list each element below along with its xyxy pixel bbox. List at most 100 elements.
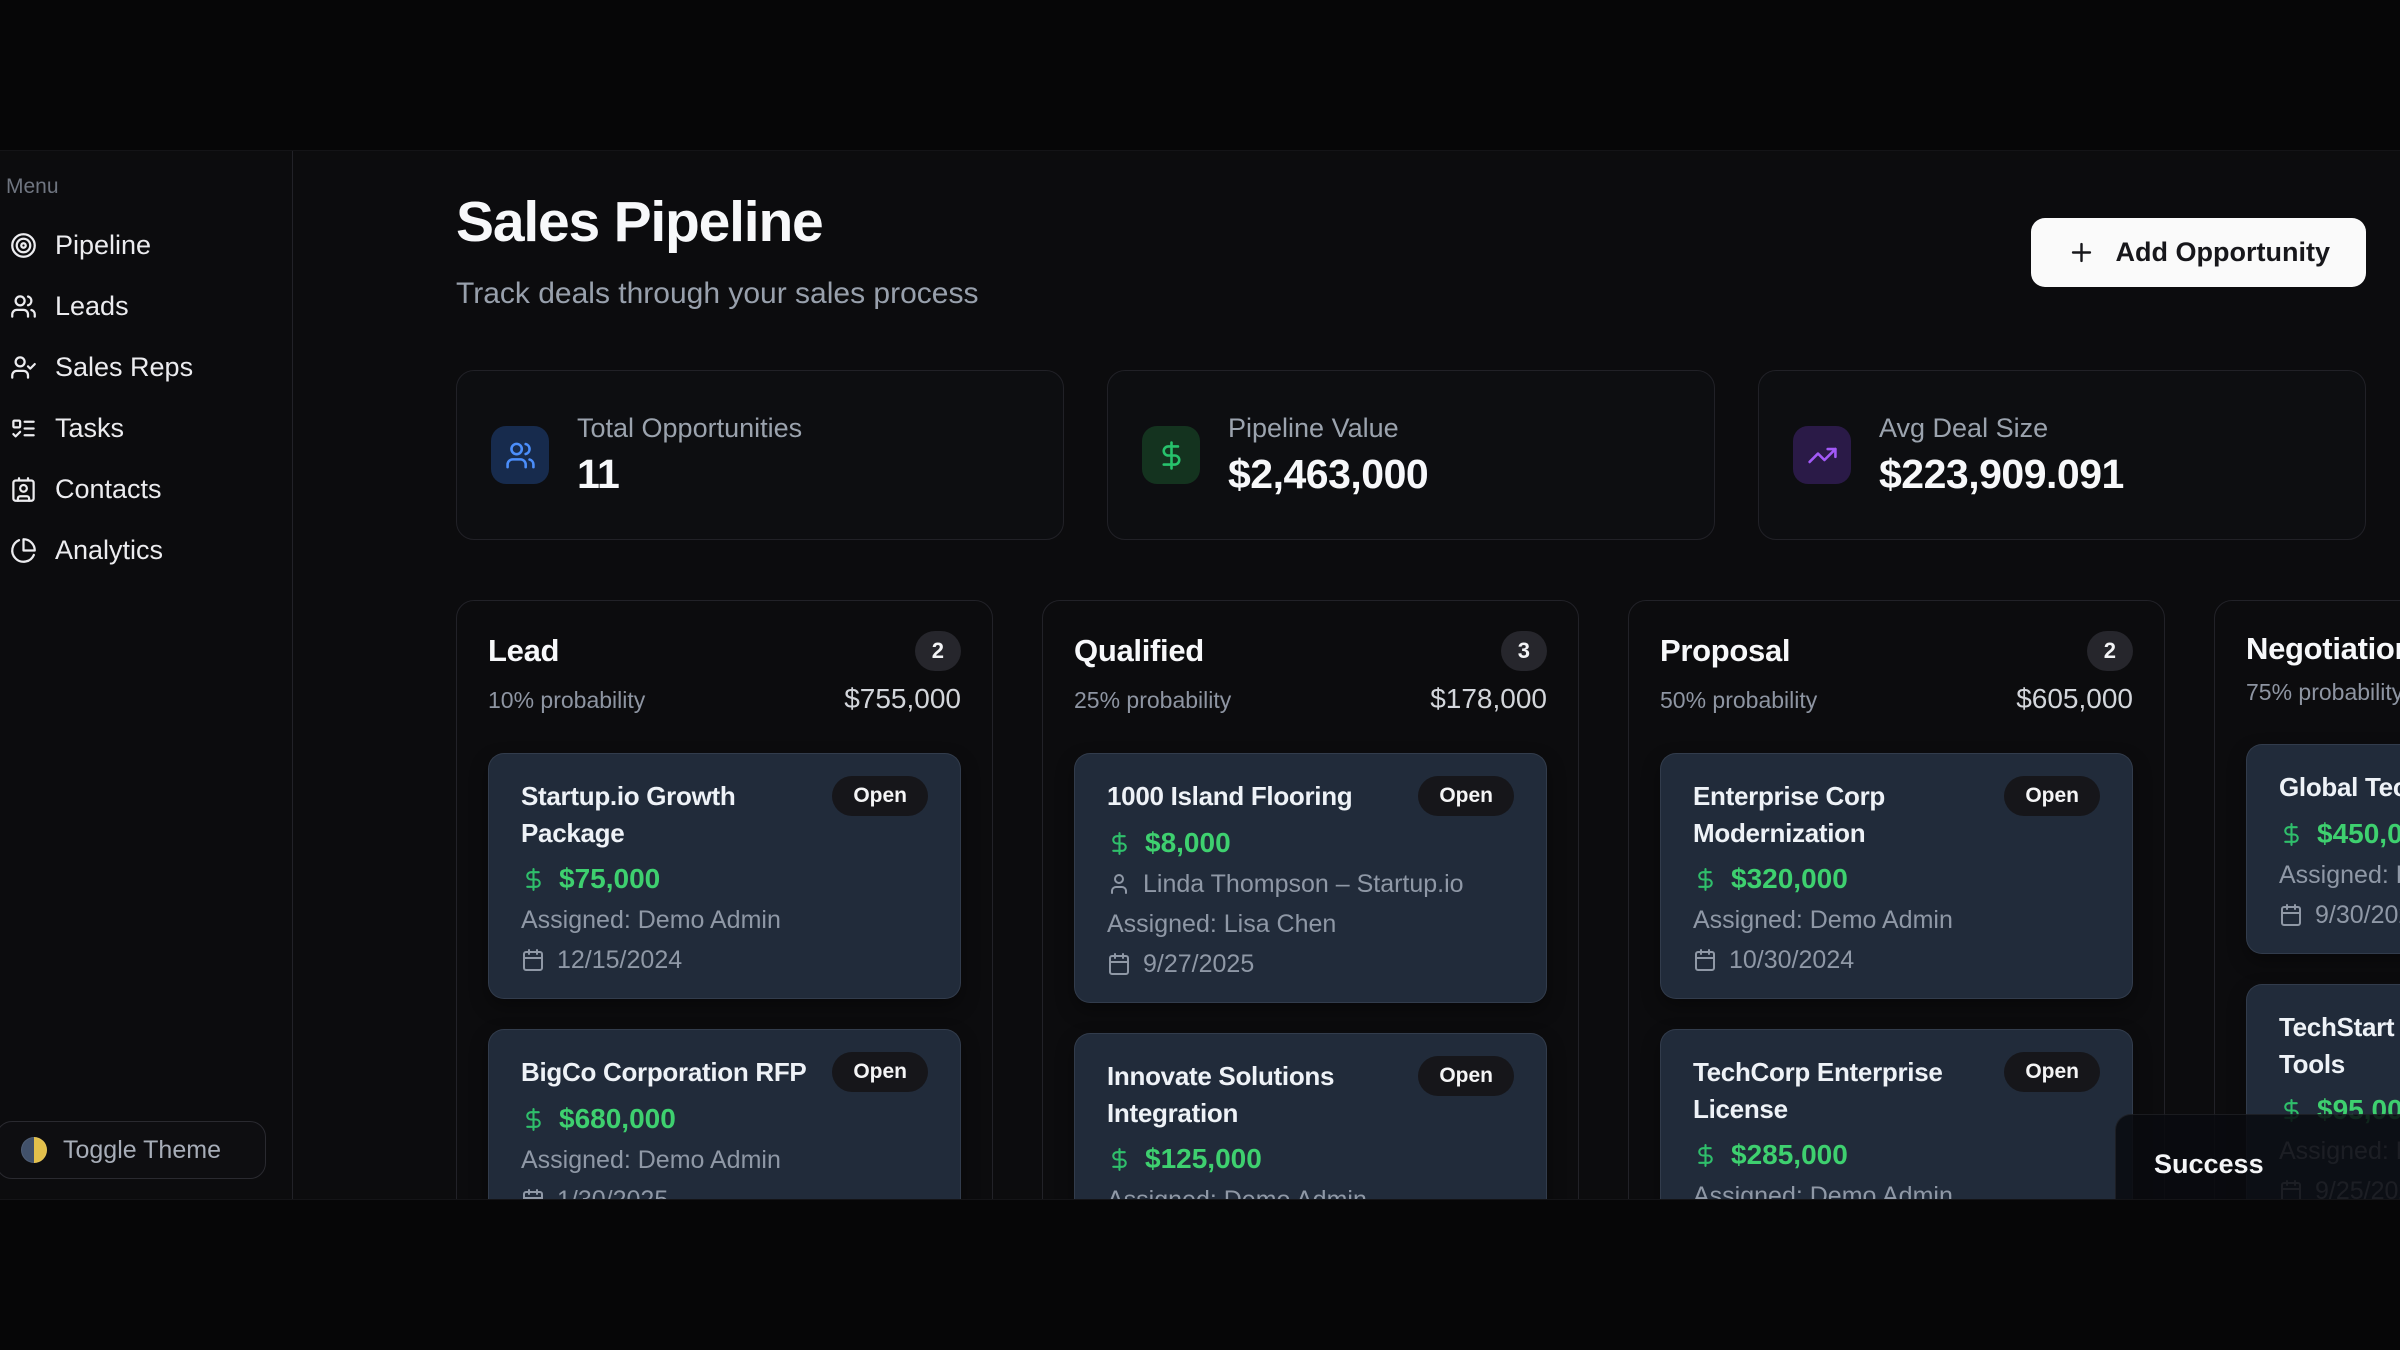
dollar-sign-icon bbox=[1107, 1147, 1132, 1172]
stat-value: $2,463,000 bbox=[1228, 451, 1428, 498]
opportunity-date: 9/30/2025 bbox=[2279, 901, 2400, 929]
sidebar-item-label: Leads bbox=[55, 291, 129, 322]
toggle-theme-button[interactable]: Toggle Theme bbox=[0, 1121, 266, 1179]
opportunity-card[interactable]: 1000 Island Flooring Open $8,000 Linda T… bbox=[1074, 753, 1547, 1003]
user-check-icon bbox=[10, 354, 37, 381]
dollar-sign-icon bbox=[521, 1107, 546, 1132]
stat-value: 11 bbox=[577, 451, 802, 498]
sidebar: Menu Pipeline Leads Sales Reps Tasks Con… bbox=[0, 151, 293, 1199]
opportunity-amount: $8,000 bbox=[1145, 827, 1231, 859]
opportunity-title: TechCorp Enterprise License bbox=[1693, 1052, 1990, 1128]
opportunity-date: 1/30/2025 bbox=[521, 1186, 928, 1199]
stat-card: Total Opportunities 11 bbox=[456, 370, 1064, 540]
stat-label: Avg Deal Size bbox=[1879, 413, 2124, 444]
success-toast: Success bbox=[2115, 1114, 2400, 1200]
column-cards: 1000 Island Flooring Open $8,000 Linda T… bbox=[1074, 753, 1547, 1199]
opportunity-title: Innovate Solutions Integration bbox=[1107, 1056, 1404, 1132]
sidebar-item-pipeline[interactable]: Pipeline bbox=[4, 223, 292, 267]
column-cards: Startup.io Growth Package Open $75,000 A… bbox=[488, 753, 961, 1199]
column-title: Proposal bbox=[1660, 633, 1790, 669]
sidebar-item-sales-reps[interactable]: Sales Reps bbox=[4, 345, 292, 389]
calendar-icon bbox=[521, 1188, 545, 1199]
column-title: Lead bbox=[488, 633, 559, 669]
opportunity-card[interactable]: TechCorp Enterprise License Open $285,00… bbox=[1660, 1029, 2133, 1199]
target-icon bbox=[10, 232, 37, 259]
sidebar-item-label: Analytics bbox=[55, 535, 163, 566]
column-count-badge: 3 bbox=[1501, 631, 1547, 671]
sidebar-item-label: Pipeline bbox=[55, 230, 151, 261]
dollar-sign-icon bbox=[2279, 822, 2304, 847]
dollar-sign-icon bbox=[1142, 426, 1200, 484]
calendar-icon bbox=[1693, 948, 1717, 972]
sidebar-item-label: Tasks bbox=[55, 413, 124, 444]
stat-card: Avg Deal Size $223,909.091 bbox=[1758, 370, 2366, 540]
opportunity-assigned: Assigned: Demo Admin bbox=[1693, 906, 2100, 934]
add-opportunity-button[interactable]: Add Opportunity bbox=[2031, 218, 2366, 287]
sidebar-item-label: Contacts bbox=[55, 474, 162, 505]
column-probability: 50% probability bbox=[1660, 687, 1817, 714]
column-probability: 25% probability bbox=[1074, 687, 1231, 714]
column-title: Negotiation bbox=[2246, 631, 2400, 667]
sidebar-item-tasks[interactable]: Tasks bbox=[4, 406, 292, 450]
column-probability: 10% probability bbox=[488, 687, 645, 714]
column-count-badge: 2 bbox=[915, 631, 961, 671]
column-count-badge: 2 bbox=[2087, 631, 2133, 671]
opportunity-date: 10/30/2024 bbox=[1693, 946, 2100, 974]
opportunity-assigned: Assigned: Demo Admin bbox=[1107, 1186, 1514, 1199]
opportunity-card[interactable]: Global Tech Open $450,000 Assigned: Demo… bbox=[2246, 744, 2400, 954]
plus-icon bbox=[2067, 238, 2096, 267]
column-total: $755,000 bbox=[844, 683, 961, 715]
stat-label: Total Opportunities bbox=[577, 413, 802, 444]
pipeline-column-lead: Lead 2 10% probability $755,000 Startup.… bbox=[456, 600, 993, 1199]
page-subtitle: Track deals through your sales process bbox=[456, 277, 978, 311]
opportunity-title: Startup.io Growth Package bbox=[521, 776, 818, 852]
status-badge: Open bbox=[2004, 776, 2100, 816]
opportunity-date: 9/27/2025 bbox=[1107, 950, 1514, 978]
status-badge: Open bbox=[832, 1052, 928, 1092]
page-title: Sales Pipeline bbox=[456, 189, 978, 255]
kanban-board: Lead 2 10% probability $755,000 Startup.… bbox=[456, 600, 2400, 1199]
users-icon bbox=[491, 426, 549, 484]
column-total: $605,000 bbox=[2016, 683, 2133, 715]
dollar-sign-icon bbox=[1693, 867, 1718, 892]
pipeline-column-qualified: Qualified 3 25% probability $178,000 100… bbox=[1042, 600, 1579, 1199]
status-badge: Open bbox=[2004, 1052, 2100, 1092]
opportunity-card[interactable]: BigCo Corporation RFP Open $680,000 Assi… bbox=[488, 1029, 961, 1199]
opportunity-title: TechStart Tools bbox=[2279, 1007, 2394, 1083]
opportunity-card[interactable]: Startup.io Growth Package Open $75,000 A… bbox=[488, 753, 961, 999]
opportunity-card[interactable]: Enterprise Corp Modernization Open $320,… bbox=[1660, 753, 2133, 999]
opportunity-assigned: Assigned: Demo Admin bbox=[1693, 1182, 2100, 1199]
opportunity-title: Global Tech bbox=[2279, 767, 2400, 806]
user-icon bbox=[1107, 872, 1131, 896]
opportunity-assigned: Assigned: Lisa Chen bbox=[1107, 910, 1514, 938]
sidebar-item-label: Sales Reps bbox=[55, 352, 193, 383]
page-header: Sales Pipeline Track deals through your … bbox=[456, 181, 2366, 311]
sidebar-item-analytics[interactable]: Analytics bbox=[4, 528, 292, 572]
opportunity-assigned: Assigned: Demo Admin bbox=[2279, 861, 2400, 889]
sidebar-item-leads[interactable]: Leads bbox=[4, 284, 292, 328]
pipeline-column-proposal: Proposal 2 50% probability $605,000 Ente… bbox=[1628, 600, 2165, 1199]
column-probability: 75% probability bbox=[2246, 679, 2400, 706]
dollar-sign-icon bbox=[1693, 1143, 1718, 1168]
calendar-icon bbox=[521, 948, 545, 972]
opportunity-amount: $75,000 bbox=[559, 863, 660, 895]
status-badge: Open bbox=[1418, 1056, 1514, 1096]
sidebar-menu-label: Menu bbox=[6, 175, 292, 199]
toggle-theme-label: Toggle Theme bbox=[63, 1136, 221, 1165]
opportunity-title: BigCo Corporation RFP bbox=[521, 1052, 806, 1091]
opportunity-assigned: Assigned: Demo Admin bbox=[521, 1146, 928, 1174]
stat-card: Pipeline Value $2,463,000 bbox=[1107, 370, 1715, 540]
column-title: Qualified bbox=[1074, 633, 1204, 669]
dollar-sign-icon bbox=[521, 867, 546, 892]
trending-up-icon bbox=[1793, 426, 1851, 484]
pie-chart-icon bbox=[10, 537, 37, 564]
stats-row: Total Opportunities 11 Pipeline Value $2… bbox=[456, 370, 2366, 540]
status-badge: Open bbox=[1418, 776, 1514, 816]
column-cards: Enterprise Corp Modernization Open $320,… bbox=[1660, 753, 2133, 1199]
users-icon bbox=[10, 293, 37, 320]
calendar-icon bbox=[2279, 903, 2303, 927]
sidebar-item-contacts[interactable]: Contacts bbox=[4, 467, 292, 511]
opportunity-title: 1000 Island Flooring bbox=[1107, 776, 1352, 815]
opportunity-card[interactable]: Innovate Solutions Integration Open $125… bbox=[1074, 1033, 1547, 1199]
column-total: $178,000 bbox=[1430, 683, 1547, 715]
